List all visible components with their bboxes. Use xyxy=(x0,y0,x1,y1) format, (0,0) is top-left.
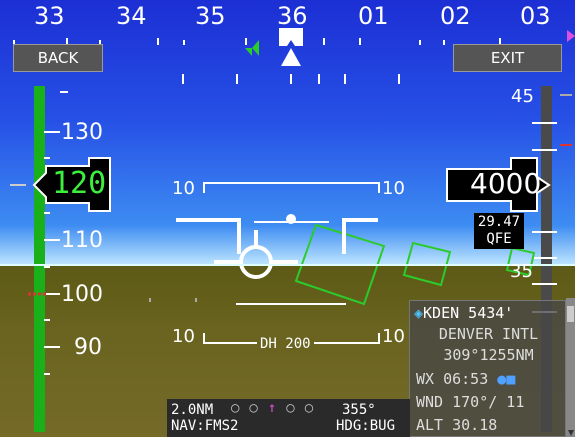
exit-button[interactable]: EXIT xyxy=(453,44,562,72)
baro-mode: QFE xyxy=(486,231,512,247)
nav-source: NAV:FMS2 xyxy=(171,418,239,434)
aircraft-symbol-icon xyxy=(176,218,378,279)
wind-label: WND xyxy=(416,393,444,411)
altitude-readout: 4000 xyxy=(470,167,542,200)
heading-pointer-icon xyxy=(279,28,303,66)
airport-bearing: 309°1255NM xyxy=(443,346,534,364)
speed-tape-label: 90 xyxy=(74,335,102,360)
back-button[interactable]: BACK xyxy=(13,44,103,72)
wx-time: 06:53 xyxy=(443,370,489,388)
altitude-tape-label: 35 xyxy=(510,261,533,282)
airport-id-row: ◈KDEN 5434' xyxy=(414,304,571,322)
pitch-label: 10 xyxy=(382,326,405,347)
airport-id: KDEN 5434' xyxy=(423,304,514,322)
heading-label: 36 xyxy=(277,2,308,30)
pfd-screen: 33 34 35 36 01 02 03 BACK EXIT 130 110 1… xyxy=(0,0,575,437)
heading-label: 02 xyxy=(440,2,471,30)
cdi-dots-icon: ○○↑○○ xyxy=(231,400,324,416)
heading-bug-icon xyxy=(252,40,259,56)
speed-tape-label: 100 xyxy=(61,282,103,307)
pitch-label: 10 xyxy=(172,326,195,347)
speed-tape-label: 110 xyxy=(61,228,103,253)
alt-label: ALT xyxy=(416,416,444,434)
heading-label: 03 xyxy=(520,2,551,30)
baro-value: 29.47 xyxy=(477,214,521,230)
heading-label: 33 xyxy=(34,2,65,30)
speed-band-green xyxy=(34,86,45,432)
nav-heading-mode: HDG:BUG xyxy=(336,418,396,434)
airspeed-readout: 120 xyxy=(52,166,107,201)
nav-heading-select: 355° xyxy=(342,402,376,418)
nav-distance: 2.0NM xyxy=(171,402,214,418)
flight-path-marker-icon xyxy=(286,214,296,224)
wx-square-icon: ■ xyxy=(506,370,516,388)
pitch-label: 10 xyxy=(172,178,195,199)
wind-value: 170°/ 11 xyxy=(452,393,525,411)
alt-value: 30.18 xyxy=(452,416,498,434)
heading-label: 01 xyxy=(358,2,389,30)
weather-row: WX 06:53 ●■ xyxy=(416,370,573,388)
heading-label: 34 xyxy=(116,2,147,30)
heading-label: 35 xyxy=(195,2,226,30)
nav-status-bar: 2.0NM ○○↑○○ 355° NAV:FMS2 HDG:BUG xyxy=(167,399,410,437)
airport-icon: ◈ xyxy=(414,304,424,322)
wind-row: WND 170°/ 11 xyxy=(416,393,573,411)
wx-label: WX xyxy=(416,370,435,388)
course-pointer-icon xyxy=(567,30,575,42)
pitch-label: 10 xyxy=(382,178,405,199)
altimeter-row: ALT 30.18 xyxy=(416,416,573,434)
speed-tape-label: 130 xyxy=(61,120,103,145)
altitude-tape-label: 45 xyxy=(511,86,534,107)
decision-height-label: DH 200 xyxy=(257,336,314,352)
wx-circle-icon: ● xyxy=(497,370,507,388)
airport-name: DENVER INTL xyxy=(438,325,539,343)
airport-info-panel[interactable]: ◈KDEN 5434' DENVER INTL 309°1255NM WX 06… xyxy=(409,300,566,437)
baro-setting: 29.47 QFE xyxy=(474,213,524,249)
